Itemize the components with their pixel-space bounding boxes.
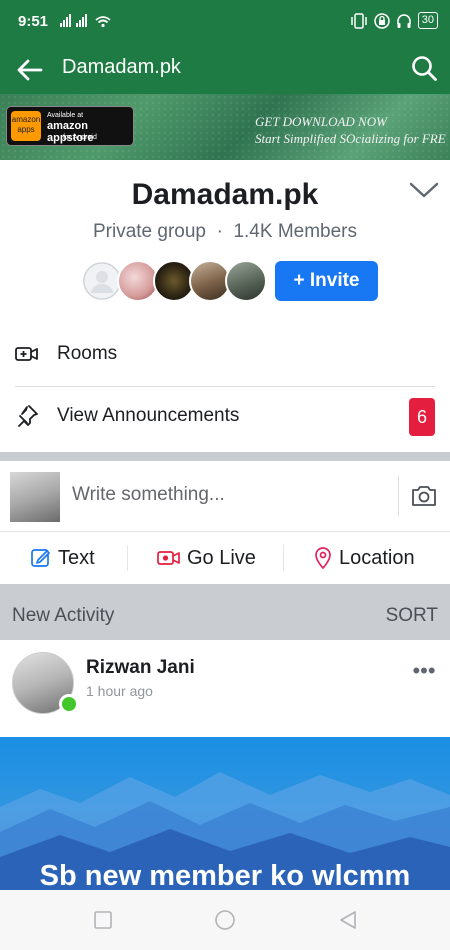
meta-separator: · [216,221,223,242]
divider [127,545,128,571]
app-bar: Damadam.pk [0,44,450,94]
text-post-button[interactable]: Text [30,544,95,572]
announcements-label: View Announcements [57,405,240,426]
vibrate-icon [351,12,367,29]
pin-icon [14,403,40,429]
banner-headline: GET DOWNLOAD NOW [255,114,387,129]
group-meta: Private group · 1.4K Members [0,221,450,243]
lock-icon [374,12,390,29]
home-button[interactable] [214,909,236,931]
divider [398,476,399,516]
new-activity-label: New Activity [12,605,115,626]
divider [283,545,284,571]
headphones-icon [396,13,411,28]
recents-button[interactable] [92,909,114,931]
arrow-left-icon [17,59,43,81]
announcements-count-badge: 6 [409,398,435,436]
navigation-bar [0,890,450,950]
status-right-icons: 30 [350,12,438,29]
badge-sub-text: for Android [63,134,97,141]
post-author[interactable]: Rizwan Jani [86,657,195,679]
live-video-icon [157,551,180,565]
member-avatars[interactable] [81,260,267,302]
post-timestamp[interactable]: 1 hour ago [86,683,153,699]
rooms-row[interactable]: Rooms [0,324,450,384]
location-pin-icon [315,547,331,570]
camera-icon [412,486,436,506]
rooms-label: Rooms [57,343,118,364]
announcements-row[interactable]: View Announcements [0,386,450,446]
photo-button[interactable] [410,484,438,508]
text-post-label: Text [58,546,95,569]
go-live-button[interactable]: Go Live [157,544,256,572]
banner-tagline: Start Simplified SOcializing for FRE [255,131,446,146]
triangle-back-icon [340,911,356,929]
default-avatar-icon [83,262,121,300]
section-separator [0,452,450,461]
group-name: Damadam.pk [131,178,319,211]
amazon-appstore-badge[interactable]: amazon apps Available at amazon appstore… [6,106,134,146]
divider [0,531,450,532]
status-time: 9:51 [18,13,49,30]
cover-banner[interactable]: amazon apps Available at amazon appstore… [0,94,450,160]
go-live-label: Go Live [187,546,256,569]
search-icon [412,56,437,81]
search-button[interactable] [408,52,440,84]
new-activity-bar: New Activity SORT [0,584,450,640]
signal-wifi-icons [60,14,120,33]
video-plus-icon [14,341,40,367]
back-nav-button[interactable] [337,909,359,931]
post-caption: Sb new member ko wlcmm [39,860,411,890]
sort-button[interactable]: SORT [386,605,438,627]
back-button[interactable] [14,54,46,86]
online-status-dot [59,694,79,714]
post-image[interactable]: Sb new member ko wlcmm [0,737,450,890]
location-button[interactable]: Location [313,544,415,572]
member-count[interactable]: 1.4K Members [233,221,357,242]
amazon-apps-icon: amazon apps [11,111,41,141]
app-bar-title: Damadam.pk [62,56,181,78]
invite-button[interactable]: + Invite [275,261,378,301]
square-icon [94,911,112,929]
status-bar: 9:51 30 [0,0,450,44]
more-options-button[interactable]: ••• [410,658,438,684]
location-label: Location [339,546,415,569]
group-privacy: Private group [92,221,206,242]
write-something-input[interactable]: Write something... [72,484,225,506]
edit-icon [31,549,50,567]
collapse-button[interactable] [408,176,440,204]
circle-icon [215,910,235,930]
avatar[interactable] [10,472,60,522]
avatar[interactable] [225,260,267,302]
chevron-down-icon [409,182,439,198]
badge-small-text: Available at [47,112,84,119]
battery-indicator: 30 [417,12,438,29]
